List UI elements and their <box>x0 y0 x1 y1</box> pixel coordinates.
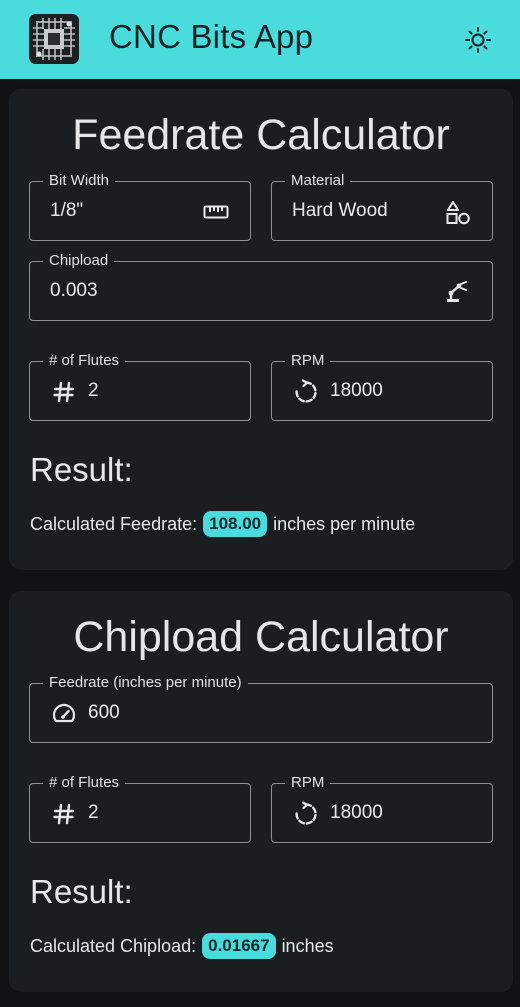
material-label: Material <box>285 172 351 190</box>
chipload-flutes-label: # of Flutes <box>43 774 126 792</box>
material-select[interactable]: Material Hard Wood <box>271 172 493 241</box>
rpm-label: RPM <box>285 352 331 370</box>
feedrate-value: 600 <box>88 702 120 723</box>
chipload-rpm-value: 18000 <box>330 802 383 823</box>
feedrate-result-line: Calculated Feedrate: 108.00 inches per m… <box>30 511 415 537</box>
rpm-value: 18000 <box>330 380 383 401</box>
app-bar: CNC Bits App <box>0 0 520 79</box>
bit-width-value: 1/8" <box>50 200 84 221</box>
feedrate-result-value-badge: 108.00 <box>203 511 268 537</box>
flutes-label: # of Flutes <box>43 352 126 370</box>
chipload-result-line: Calculated Chipload: 0.01667 inches <box>30 933 334 959</box>
hash-icon <box>50 378 78 406</box>
shapes-icon <box>444 198 472 226</box>
chipload-result-prefix: Calculated Chipload: <box>30 935 197 956</box>
bit-width-label: Bit Width <box>43 172 116 190</box>
flutes-value: 2 <box>88 380 99 401</box>
rotate-icon <box>292 800 320 828</box>
chipload-calculator-card: Chipload Calculator Feedrate (inches per… <box>9 591 513 992</box>
material-value: Hard Wood <box>292 200 388 221</box>
app-title: CNC Bits App <box>109 18 314 55</box>
feedrate-calculator-title: Feedrate Calculator <box>72 111 450 159</box>
chipload-rpm-label: RPM <box>285 774 331 792</box>
chipload-label: Chipload <box>43 252 115 270</box>
ruler-icon <box>202 198 230 226</box>
chipload-flutes-value: 2 <box>88 802 99 823</box>
rotate-icon <box>292 378 320 406</box>
robot-arm-icon <box>443 278 471 306</box>
feedrate-result-heading: Result: <box>30 451 133 488</box>
chipload-result-unit: inches <box>281 935 334 956</box>
feedrate-result-unit: inches per minute <box>273 513 416 534</box>
bit-width-field[interactable]: Bit Width 1/8" <box>29 172 251 241</box>
chipload-result-heading: Result: <box>30 873 133 910</box>
feedrate-result-prefix: Calculated Feedrate: <box>30 513 198 534</box>
chipload-flutes-field[interactable]: # of Flutes 2 <box>29 774 251 843</box>
theme-toggle-button[interactable] <box>462 25 494 55</box>
sun-icon <box>465 27 491 53</box>
feedrate-label: Feedrate (inches per minute) <box>43 674 248 692</box>
chipload-field[interactable]: Chipload 0.003 <box>29 252 493 321</box>
chipload-result-value-badge: 0.01667 <box>202 933 276 959</box>
feedrate-calculator-card: Feedrate Calculator Bit Width 1/8" Mater… <box>9 89 513 570</box>
feedrate-field[interactable]: Feedrate (inches per minute) 600 <box>29 674 493 743</box>
chipload-rpm-field[interactable]: RPM 18000 <box>271 774 493 843</box>
chipload-value: 0.003 <box>50 280 98 301</box>
chipload-calculator-title: Chipload Calculator <box>73 613 449 661</box>
rpm-field[interactable]: RPM 18000 <box>271 352 493 421</box>
hash-icon <box>50 800 78 828</box>
flutes-field[interactable]: # of Flutes 2 <box>29 352 251 421</box>
circuit-board-logo-icon <box>29 14 79 64</box>
speedometer-icon <box>50 700 78 728</box>
